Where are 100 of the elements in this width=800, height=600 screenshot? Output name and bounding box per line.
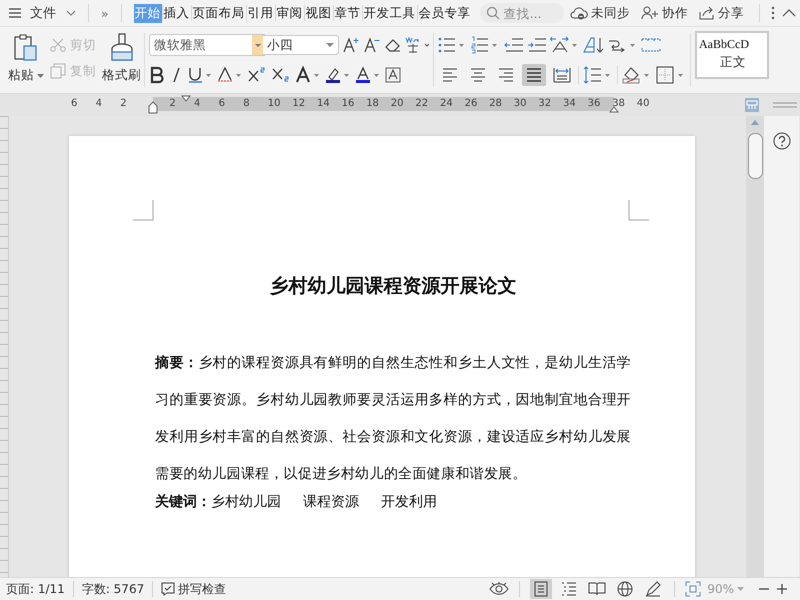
globe-icon (617, 581, 634, 597)
keyword: 乡村幼儿园 (211, 493, 281, 511)
indent-marker-icon[interactable] (148, 100, 158, 114)
style-preview: AaBbCcD (699, 37, 749, 52)
margin-corner-mark (628, 200, 649, 221)
ruler-number: 14 (317, 98, 330, 109)
spell-check-button[interactable]: 拼写检查 (157, 580, 230, 598)
ruler-number: 4 (96, 98, 102, 109)
document-title: 乡村幼儿园课程资源开展论文 (268, 274, 518, 299)
ribbon-tab[interactable]: 引用 (246, 4, 275, 22)
more-options-icon[interactable] (771, 6, 775, 20)
grow-font-icon[interactable] (342, 36, 360, 54)
shrink-font-icon[interactable] (363, 36, 381, 54)
scissors-icon (50, 38, 66, 52)
ruler-number: 6 (218, 98, 225, 109)
ruler-number: 36 (588, 98, 600, 109)
fit-page-icon[interactable] (685, 581, 702, 597)
strikethrough-icon[interactable] (217, 66, 243, 84)
ribbon-tab[interactable]: 章节 (334, 4, 362, 22)
distributed-align-icon (553, 67, 571, 83)
ruler-number: 12 (292, 98, 306, 109)
person-add-icon (641, 6, 659, 20)
word-count[interactable]: 字数: 5767 (78, 580, 148, 598)
ruler-number: 34 (563, 98, 576, 109)
line-spacing-icon[interactable] (583, 66, 613, 84)
caret-icon (737, 587, 744, 591)
ruler-number: 4 (194, 98, 200, 109)
ruler-toggle-icon[interactable] (745, 98, 759, 112)
ruler-number: 24 (440, 98, 453, 109)
ribbon-tab[interactable]: 页面布局 (192, 4, 246, 22)
justify-button[interactable] (522, 64, 546, 86)
page-count[interactable]: 页面: 1/11 (2, 580, 69, 598)
vertical-scrollbar[interactable] (746, 116, 764, 577)
page-view-button[interactable] (530, 579, 552, 599)
sync-button[interactable]: 未同步 (570, 4, 630, 22)
ribbon-tab[interactable]: 审阅 (276, 4, 304, 22)
file-menu[interactable]: 文件 (30, 4, 56, 22)
ruler-number: 30 (514, 98, 527, 109)
align-center-icon (470, 68, 486, 82)
underline-icon[interactable] (187, 66, 213, 84)
justify-icon (526, 68, 542, 82)
highlighter-icon[interactable] (325, 66, 351, 84)
superscript-icon[interactable] (247, 66, 267, 84)
collaborate-button[interactable]: 协作 (641, 4, 688, 22)
clipboard-icon (13, 33, 39, 63)
keyword: 开发利用 (381, 493, 437, 511)
phonetic-guide-icon[interactable] (405, 36, 429, 54)
check-icon (161, 582, 176, 596)
share-button[interactable]: 分享 (699, 4, 744, 22)
dropdown-arrow-icon[interactable] (326, 43, 334, 47)
style-name: 正文 (720, 54, 746, 71)
share-icon (699, 6, 715, 20)
ruler-number: 28 (489, 98, 502, 109)
ruler-number: 20 (390, 98, 404, 109)
align-left-icon (442, 68, 458, 82)
keywords-label: 关键词： (155, 493, 211, 511)
bold-icon[interactable] (149, 66, 165, 84)
text-effect-icon[interactable] (295, 66, 321, 84)
ruler-number: 6 (71, 98, 78, 109)
increase-indent-icon[interactable] (527, 36, 547, 54)
zoom-in-icon[interactable] (776, 583, 788, 595)
chevron-down-icon[interactable] (66, 10, 76, 16)
keyword: 课程资源 (303, 493, 359, 511)
ruler-number: 40 (636, 98, 650, 109)
sort-icon[interactable] (583, 36, 605, 54)
more-tabs-button[interactable]: » (101, 6, 109, 20)
font-select[interactable]: 微软雅黑 (149, 34, 265, 56)
first-line-indent-icon[interactable] (181, 95, 191, 102)
caret-icon (37, 74, 44, 78)
ruler-number: 38 (612, 98, 625, 109)
ruler-number: 10 (268, 98, 281, 109)
ribbon-tab[interactable]: 会员专享 (418, 4, 472, 22)
ruler-number: 26 (464, 98, 478, 109)
text-direction-icon[interactable] (550, 36, 580, 54)
copy-icon (50, 63, 66, 79)
character-border-icon[interactable] (385, 66, 401, 84)
font-color-icon[interactable] (355, 66, 381, 84)
ribbon-tab[interactable]: 视图 (304, 4, 333, 22)
ruler-number: 32 (538, 98, 552, 109)
margin-corner-mark (133, 200, 154, 221)
collapse-icon[interactable] (782, 9, 796, 17)
ribbon-tab[interactable]: 插入 (162, 4, 191, 22)
scrollbar-thumb[interactable] (748, 133, 762, 179)
ruler-number: 22 (415, 98, 428, 109)
font-size-select[interactable]: 小四 (263, 35, 339, 55)
decrease-indent-icon[interactable] (504, 36, 524, 54)
eye-icon[interactable] (489, 582, 510, 596)
style-gallery-item[interactable]: AaBbCcD 正文 (695, 31, 769, 79)
menu-icon[interactable] (8, 7, 22, 19)
paintbrush-icon (108, 33, 134, 63)
ruler-number: 2 (120, 98, 127, 109)
search-field[interactable]: 查找... (480, 3, 564, 23)
shading-icon[interactable] (622, 66, 652, 84)
ribbon-tab[interactable]: 开发工具 (362, 4, 417, 22)
paste-button[interactable]: 粘贴 (4, 31, 48, 86)
subscript-icon[interactable] (271, 66, 291, 84)
help-icon[interactable] (772, 132, 790, 150)
borders-icon[interactable] (656, 66, 686, 84)
table-icon[interactable] (641, 36, 661, 54)
right-indent-icon[interactable] (609, 106, 619, 113)
